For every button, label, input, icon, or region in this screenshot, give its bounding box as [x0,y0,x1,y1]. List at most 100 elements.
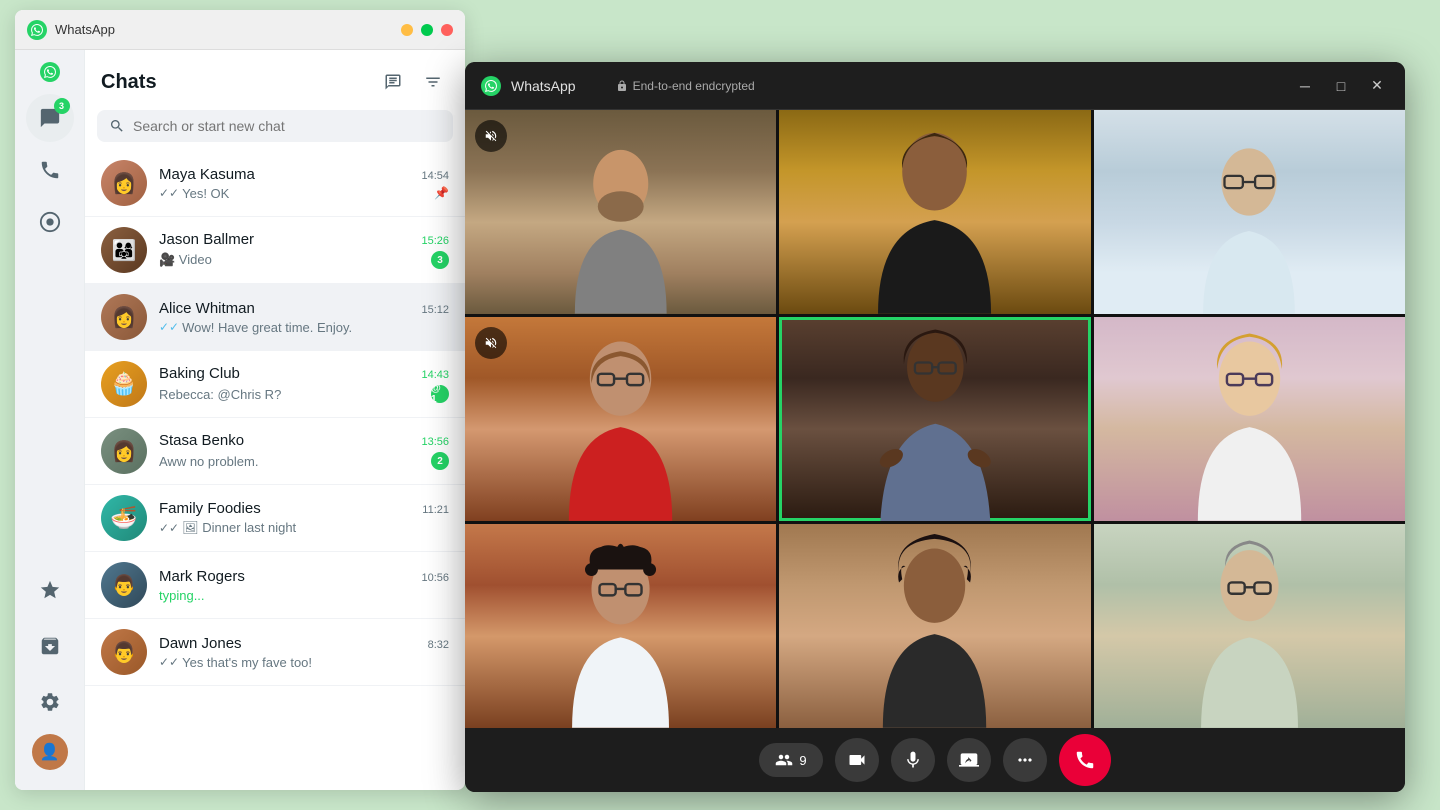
video-maximize-btn[interactable]: □ [1329,74,1353,98]
video-toggle-button[interactable] [835,738,879,782]
mute-indicator-4 [475,327,507,359]
chat-name-baking: Baking Club [159,365,240,382]
video-cell-1 [465,110,776,314]
main-whatsapp-window: WhatsApp ─ □ ✕ 3 [15,10,465,790]
avatar-dawn-jones: 👨 [101,629,147,675]
chat-item-mark-rogers[interactable]: 👨 Mark Rogers 10:56 typing... [85,552,465,619]
chat-preview-maya: ✓✓ Yes! OK [159,186,434,201]
avatar-baking-club: 🧁 [101,361,147,407]
chat-time-stasa: 13:56 [421,436,449,448]
tick-icon-family: ✓✓ [159,521,179,535]
video-cell-9 [1094,524,1405,728]
sidebar-item-status[interactable] [26,198,74,246]
sidebar-item-chats[interactable]: 3 [26,94,74,142]
video-cell-4 [465,317,776,521]
e2e-text: End-to-end endcrypted [633,79,755,93]
chat-panel-header: Chats [85,50,465,106]
sidebar-logo [40,62,60,82]
video-call-window: WhatsApp End-to-end endcrypted ─ □ ✕ [465,62,1405,792]
sidebar-item-archived[interactable] [26,622,74,670]
avatar-jason-ballmer: 👨‍👩‍👧 [101,227,147,273]
sidebar-item-settings[interactable] [26,678,74,726]
unread-badge-stasa: 2 [431,452,449,470]
close-button[interactable]: ✕ [441,24,453,36]
chat-item-baking-club[interactable]: 🧁 Baking Club 14:43 Rebecca: @Chris R? @… [85,351,465,418]
chat-time-alice: 15:12 [421,304,449,316]
chat-info-family: Family Foodies 11:21 ✓✓ 🖼 Dinner last ni… [159,500,449,536]
user-avatar[interactable]: 👤 [32,734,68,770]
filter-button[interactable] [417,66,449,98]
video-title-bar: WhatsApp End-to-end endcrypted ─ □ ✕ [465,62,1405,110]
chat-name-jason: Jason Ballmer [159,231,254,248]
sidebar: 3 👤 [15,50,85,790]
chat-preview-alice: ✓✓ Wow! Have great time. Enjoy. [159,320,449,335]
chat-info-stasa: Stasa Benko 13:56 Aww no problem. 2 [159,432,449,470]
video-cell-3 [1094,110,1405,314]
search-icon [109,118,125,134]
video-whatsapp-logo [481,76,501,96]
video-cell-7 [465,524,776,728]
video-cell-5 [779,317,1090,521]
video-grid [465,110,1405,728]
chat-time-family: 11:21 [422,504,449,516]
new-chat-button[interactable] [377,66,409,98]
chat-item-maya-kasuma[interactable]: 👩 Maya Kasuma 14:54 ✓✓ Yes! OK 📌 [85,150,465,217]
chat-time-maya: 14:54 [421,170,449,182]
tick-icon-alice: ✓✓ [159,320,179,334]
participants-count: 9 [799,753,806,768]
mic-toggle-button[interactable] [891,738,935,782]
whatsapp-logo [27,20,47,40]
chat-item-dawn-jones[interactable]: 👨 Dawn Jones 8:32 ✓✓ Yes that's my fave … [85,619,465,686]
chat-preview-family: ✓✓ 🖼 Dinner last night [159,520,449,536]
chat-panel: Chats 👩 [85,50,465,790]
e2e-badge: End-to-end endcrypted [616,79,755,93]
tick-icon: ✓✓ [159,186,179,200]
chat-time-mark: 10:56 [421,572,449,584]
participants-button[interactable]: 9 [759,743,822,777]
sidebar-item-starred[interactable] [26,566,74,614]
title-bar-title: WhatsApp [55,22,115,37]
mute-indicator-1 [475,120,507,152]
search-bar [97,110,453,142]
avatar-alice-whitman: 👩 [101,294,147,340]
chat-item-jason-ballmer[interactable]: 👨‍👩‍👧 Jason Ballmer 15:26 🎥 Video 3 [85,217,465,284]
video-cell-8 [779,524,1090,728]
video-close-btn[interactable]: ✕ [1365,74,1389,98]
chat-name-stasa: Stasa Benko [159,432,244,449]
chat-info-alice: Alice Whitman 15:12 ✓✓ Wow! Have great t… [159,300,449,335]
chat-info-dawn: Dawn Jones 8:32 ✓✓ Yes that's my fave to… [159,635,449,670]
tick-icon-dawn: ✓✓ [159,655,179,669]
video-title-text: WhatsApp [511,78,576,94]
video-cell-2 [779,110,1090,314]
video-minimize-btn[interactable]: ─ [1293,74,1317,98]
video-controls-bar: 9 [465,728,1405,792]
video-title-controls: ─ □ ✕ [1293,74,1389,98]
title-bar-controls: ─ □ ✕ [401,24,453,36]
end-call-button[interactable] [1059,734,1111,786]
avatar-mark-rogers: 👨 [101,562,147,608]
minimize-button[interactable]: ─ [401,24,413,36]
more-options-button[interactable] [1003,738,1047,782]
app-layout: 3 👤 [15,50,465,790]
chat-time-dawn: 8:32 [428,639,449,651]
chat-info-baking: Baking Club 14:43 Rebecca: @Chris R? @ 1 [159,365,449,403]
chat-name-alice: Alice Whitman [159,300,255,317]
search-input[interactable] [133,118,441,134]
chat-list: 👩 Maya Kasuma 14:54 ✓✓ Yes! OK 📌 [85,150,465,790]
maximize-button[interactable]: □ [421,24,433,36]
unread-badge-jason: 3 [431,251,449,269]
chat-name-mark: Mark Rogers [159,568,245,585]
chat-item-family-foodies[interactable]: 🍜 Family Foodies 11:21 ✓✓ 🖼 Dinner last … [85,485,465,552]
video-cell-6 [1094,317,1405,521]
chat-preview-mark: typing... [159,588,449,603]
header-actions [377,66,449,98]
chat-item-alice-whitman[interactable]: 👩 Alice Whitman 15:12 ✓✓ Wow! Have great… [85,284,465,351]
avatar-stasa-benko: 👩 [101,428,147,474]
mention-badge-baking: @ 1 [431,385,449,403]
chat-preview-baking: Rebecca: @Chris R? [159,387,431,402]
screen-share-button[interactable] [947,738,991,782]
chat-item-stasa-benko[interactable]: 👩 Stasa Benko 13:56 Aww no problem. 2 [85,418,465,485]
chat-preview-stasa: Aww no problem. [159,454,431,469]
chat-name-maya: Maya Kasuma [159,166,255,183]
sidebar-item-calls[interactable] [26,146,74,194]
